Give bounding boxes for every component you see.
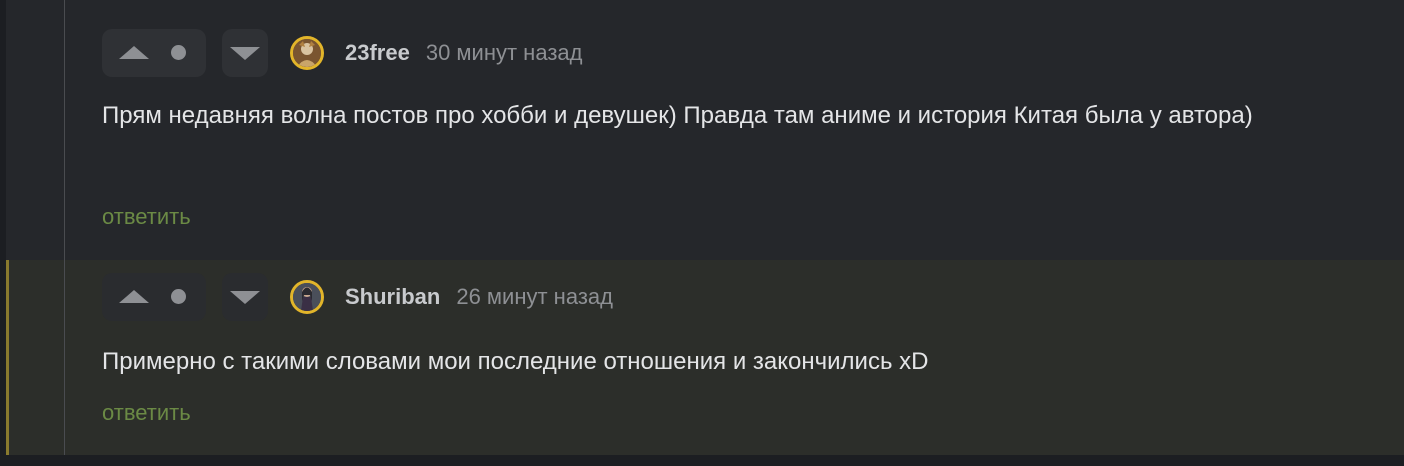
downvote-button[interactable]: [222, 29, 268, 77]
downvote-button[interactable]: [222, 273, 268, 321]
comment-timestamp[interactable]: 26 минут назад: [456, 284, 613, 310]
score-dot-icon: [171, 289, 186, 304]
thread-line: [64, 0, 65, 455]
vote-controls: [102, 29, 268, 77]
highlight-bar: [6, 260, 9, 455]
comment: 23free 30 минут назад Прям недавняя волн…: [6, 0, 1404, 260]
comment-timestamp[interactable]: 30 минут назад: [426, 40, 583, 66]
author-username[interactable]: Shuriban: [345, 284, 440, 310]
upvote-button[interactable]: [102, 29, 206, 77]
upvote-button[interactable]: [102, 273, 206, 321]
vote-controls: [102, 273, 268, 321]
triangle-up-icon: [119, 46, 149, 59]
comment-text: Примерно с такими словами мои последние …: [102, 348, 929, 375]
triangle-up-icon: [119, 290, 149, 303]
comment-text: Прям недавняя волна постов про хобби и д…: [102, 102, 1253, 129]
avatar[interactable]: [290, 36, 324, 70]
comments-page: 23free 30 минут назад Прям недавняя волн…: [0, 0, 1404, 466]
author-username[interactable]: 23free: [345, 40, 410, 66]
comment-highlighted: Shuriban 26 минут назад Примерно с таким…: [6, 260, 1404, 455]
triangle-down-icon: [230, 47, 260, 60]
avatar[interactable]: [290, 280, 324, 314]
comments-panel: 23free 30 минут назад Прям недавняя волн…: [6, 0, 1404, 455]
reply-link[interactable]: ответить: [102, 204, 191, 230]
comment-header: Shuriban 26 минут назад: [290, 277, 613, 317]
comment-header: 23free 30 минут назад: [290, 33, 582, 73]
triangle-down-icon: [230, 291, 260, 304]
score-dot-icon: [171, 45, 186, 60]
reply-link[interactable]: ответить: [102, 400, 191, 426]
